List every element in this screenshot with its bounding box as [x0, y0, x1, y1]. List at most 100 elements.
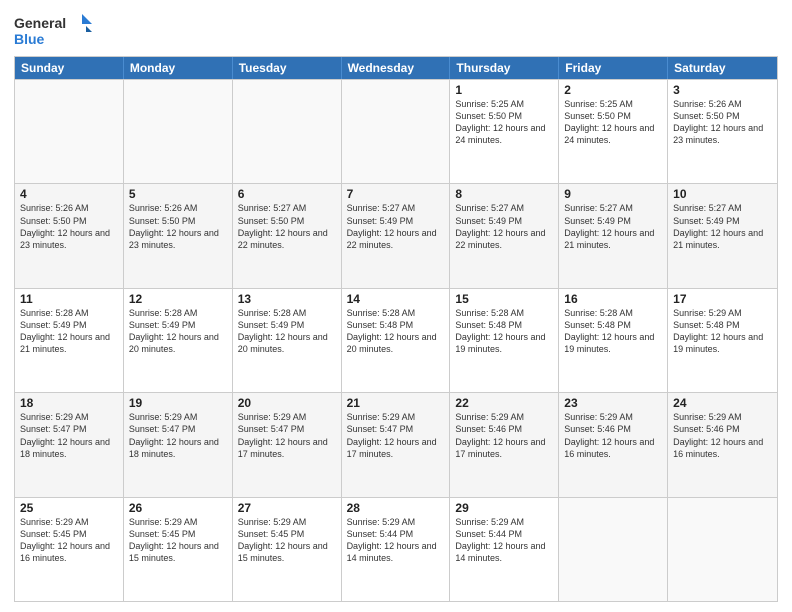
calendar-cell: 1Sunrise: 5:25 AMSunset: 5:50 PMDaylight… [450, 80, 559, 183]
calendar-cell: 21Sunrise: 5:29 AMSunset: 5:47 PMDayligh… [342, 393, 451, 496]
calendar-cell: 20Sunrise: 5:29 AMSunset: 5:47 PMDayligh… [233, 393, 342, 496]
calendar: SundayMondayTuesdayWednesdayThursdayFrid… [14, 56, 778, 602]
day-number: 1 [455, 83, 553, 97]
cell-info: Sunrise: 5:27 AMSunset: 5:49 PMDaylight:… [347, 202, 445, 251]
day-number: 21 [347, 396, 445, 410]
cell-info: Sunrise: 5:28 AMSunset: 5:49 PMDaylight:… [238, 307, 336, 356]
day-number: 20 [238, 396, 336, 410]
cell-info: Sunrise: 5:27 AMSunset: 5:49 PMDaylight:… [564, 202, 662, 251]
logo-svg: General Blue [14, 10, 94, 50]
calendar-cell [559, 498, 668, 601]
calendar-cell: 26Sunrise: 5:29 AMSunset: 5:45 PMDayligh… [124, 498, 233, 601]
calendar-cell: 16Sunrise: 5:28 AMSunset: 5:48 PMDayligh… [559, 289, 668, 392]
calendar-header-row: SundayMondayTuesdayWednesdayThursdayFrid… [15, 57, 777, 79]
day-number: 3 [673, 83, 772, 97]
cell-info: Sunrise: 5:29 AMSunset: 5:44 PMDaylight:… [347, 516, 445, 565]
calendar-cell [233, 80, 342, 183]
calendar-cell: 13Sunrise: 5:28 AMSunset: 5:49 PMDayligh… [233, 289, 342, 392]
calendar-cell: 12Sunrise: 5:28 AMSunset: 5:49 PMDayligh… [124, 289, 233, 392]
cell-info: Sunrise: 5:29 AMSunset: 5:48 PMDaylight:… [673, 307, 772, 356]
calendar-cell: 27Sunrise: 5:29 AMSunset: 5:45 PMDayligh… [233, 498, 342, 601]
calendar-body: 1Sunrise: 5:25 AMSunset: 5:50 PMDaylight… [15, 79, 777, 601]
cell-info: Sunrise: 5:28 AMSunset: 5:48 PMDaylight:… [347, 307, 445, 356]
day-number: 22 [455, 396, 553, 410]
calendar-week: 11Sunrise: 5:28 AMSunset: 5:49 PMDayligh… [15, 288, 777, 392]
calendar-header-cell: Friday [559, 57, 668, 79]
logo: General Blue [14, 10, 94, 50]
calendar-cell: 25Sunrise: 5:29 AMSunset: 5:45 PMDayligh… [15, 498, 124, 601]
calendar-cell: 10Sunrise: 5:27 AMSunset: 5:49 PMDayligh… [668, 184, 777, 287]
cell-info: Sunrise: 5:29 AMSunset: 5:46 PMDaylight:… [455, 411, 553, 460]
calendar-cell: 14Sunrise: 5:28 AMSunset: 5:48 PMDayligh… [342, 289, 451, 392]
calendar-cell: 15Sunrise: 5:28 AMSunset: 5:48 PMDayligh… [450, 289, 559, 392]
cell-info: Sunrise: 5:27 AMSunset: 5:49 PMDaylight:… [673, 202, 772, 251]
calendar-cell [124, 80, 233, 183]
cell-info: Sunrise: 5:26 AMSunset: 5:50 PMDaylight:… [129, 202, 227, 251]
day-number: 13 [238, 292, 336, 306]
calendar-cell: 6Sunrise: 5:27 AMSunset: 5:50 PMDaylight… [233, 184, 342, 287]
calendar-cell: 8Sunrise: 5:27 AMSunset: 5:49 PMDaylight… [450, 184, 559, 287]
calendar-cell: 22Sunrise: 5:29 AMSunset: 5:46 PMDayligh… [450, 393, 559, 496]
calendar-week: 4Sunrise: 5:26 AMSunset: 5:50 PMDaylight… [15, 183, 777, 287]
day-number: 19 [129, 396, 227, 410]
cell-info: Sunrise: 5:25 AMSunset: 5:50 PMDaylight:… [455, 98, 553, 147]
day-number: 2 [564, 83, 662, 97]
cell-info: Sunrise: 5:29 AMSunset: 5:45 PMDaylight:… [129, 516, 227, 565]
cell-info: Sunrise: 5:27 AMSunset: 5:49 PMDaylight:… [455, 202, 553, 251]
calendar-cell: 29Sunrise: 5:29 AMSunset: 5:44 PMDayligh… [450, 498, 559, 601]
cell-info: Sunrise: 5:29 AMSunset: 5:46 PMDaylight:… [564, 411, 662, 460]
cell-info: Sunrise: 5:29 AMSunset: 5:47 PMDaylight:… [238, 411, 336, 460]
calendar-cell: 9Sunrise: 5:27 AMSunset: 5:49 PMDaylight… [559, 184, 668, 287]
cell-info: Sunrise: 5:29 AMSunset: 5:44 PMDaylight:… [455, 516, 553, 565]
cell-info: Sunrise: 5:26 AMSunset: 5:50 PMDaylight:… [673, 98, 772, 147]
calendar-week: 25Sunrise: 5:29 AMSunset: 5:45 PMDayligh… [15, 497, 777, 601]
day-number: 26 [129, 501, 227, 515]
svg-text:Blue: Blue [14, 31, 45, 47]
cell-info: Sunrise: 5:28 AMSunset: 5:49 PMDaylight:… [20, 307, 118, 356]
day-number: 6 [238, 187, 336, 201]
calendar-cell: 24Sunrise: 5:29 AMSunset: 5:46 PMDayligh… [668, 393, 777, 496]
calendar-cell: 28Sunrise: 5:29 AMSunset: 5:44 PMDayligh… [342, 498, 451, 601]
day-number: 29 [455, 501, 553, 515]
day-number: 28 [347, 501, 445, 515]
day-number: 14 [347, 292, 445, 306]
cell-info: Sunrise: 5:29 AMSunset: 5:47 PMDaylight:… [129, 411, 227, 460]
day-number: 5 [129, 187, 227, 201]
cell-info: Sunrise: 5:27 AMSunset: 5:50 PMDaylight:… [238, 202, 336, 251]
calendar-cell: 5Sunrise: 5:26 AMSunset: 5:50 PMDaylight… [124, 184, 233, 287]
calendar-week: 1Sunrise: 5:25 AMSunset: 5:50 PMDaylight… [15, 79, 777, 183]
day-number: 7 [347, 187, 445, 201]
calendar-cell: 11Sunrise: 5:28 AMSunset: 5:49 PMDayligh… [15, 289, 124, 392]
day-number: 15 [455, 292, 553, 306]
calendar-cell [342, 80, 451, 183]
cell-info: Sunrise: 5:28 AMSunset: 5:48 PMDaylight:… [455, 307, 553, 356]
calendar-header-cell: Sunday [15, 57, 124, 79]
calendar-cell: 23Sunrise: 5:29 AMSunset: 5:46 PMDayligh… [559, 393, 668, 496]
calendar-cell: 19Sunrise: 5:29 AMSunset: 5:47 PMDayligh… [124, 393, 233, 496]
day-number: 16 [564, 292, 662, 306]
cell-info: Sunrise: 5:26 AMSunset: 5:50 PMDaylight:… [20, 202, 118, 251]
cell-info: Sunrise: 5:29 AMSunset: 5:46 PMDaylight:… [673, 411, 772, 460]
page: General Blue SundayMondayTuesdayWednesda… [0, 0, 792, 612]
cell-info: Sunrise: 5:25 AMSunset: 5:50 PMDaylight:… [564, 98, 662, 147]
day-number: 10 [673, 187, 772, 201]
calendar-cell: 17Sunrise: 5:29 AMSunset: 5:48 PMDayligh… [668, 289, 777, 392]
cell-info: Sunrise: 5:28 AMSunset: 5:49 PMDaylight:… [129, 307, 227, 356]
calendar-cell: 7Sunrise: 5:27 AMSunset: 5:49 PMDaylight… [342, 184, 451, 287]
svg-text:General: General [14, 15, 66, 31]
day-number: 18 [20, 396, 118, 410]
calendar-header-cell: Wednesday [342, 57, 451, 79]
day-number: 11 [20, 292, 118, 306]
calendar-header-cell: Saturday [668, 57, 777, 79]
calendar-cell [668, 498, 777, 601]
day-number: 12 [129, 292, 227, 306]
calendar-cell: 4Sunrise: 5:26 AMSunset: 5:50 PMDaylight… [15, 184, 124, 287]
calendar-cell: 2Sunrise: 5:25 AMSunset: 5:50 PMDaylight… [559, 80, 668, 183]
day-number: 23 [564, 396, 662, 410]
day-number: 8 [455, 187, 553, 201]
calendar-cell: 3Sunrise: 5:26 AMSunset: 5:50 PMDaylight… [668, 80, 777, 183]
day-number: 27 [238, 501, 336, 515]
calendar-header-cell: Tuesday [233, 57, 342, 79]
cell-info: Sunrise: 5:29 AMSunset: 5:45 PMDaylight:… [20, 516, 118, 565]
cell-info: Sunrise: 5:29 AMSunset: 5:47 PMDaylight:… [20, 411, 118, 460]
